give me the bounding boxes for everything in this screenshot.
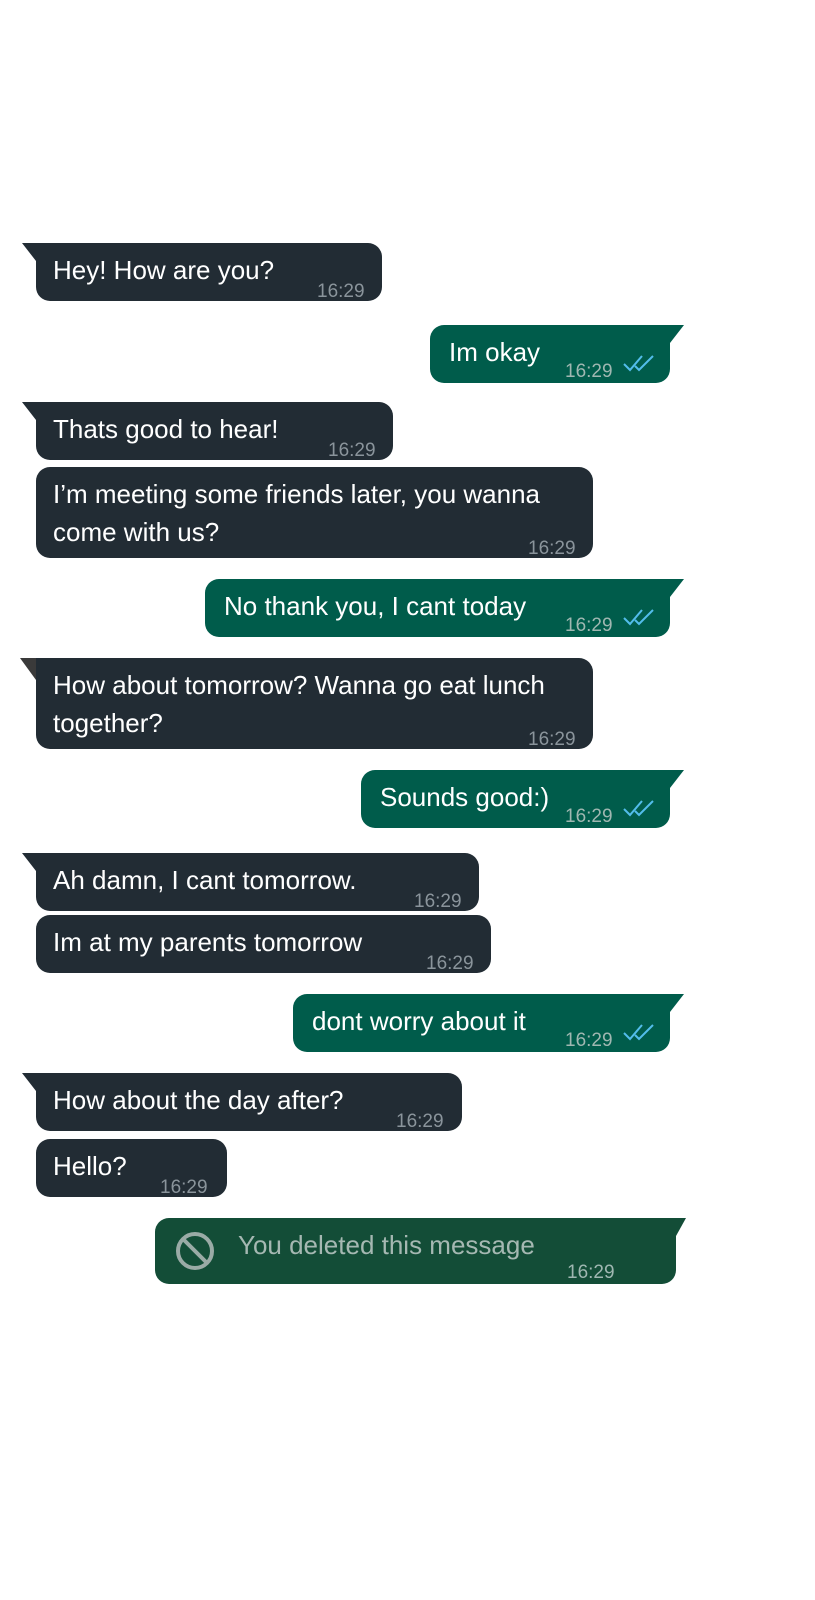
double-check-icon (623, 800, 654, 817)
bubble-tail (22, 243, 36, 261)
message-text: Thats good to hear! (53, 414, 279, 444)
message-incoming[interactable]: Hello? 16:29 (36, 1139, 227, 1198)
message-text: Hey! How are you? (53, 255, 275, 285)
message-time: 16:29 (160, 1177, 208, 1198)
message-text: How about the day after? (53, 1085, 344, 1115)
message-incoming[interactable]: How about the day after? 16:29 (22, 1073, 462, 1132)
message-text: How about tomorrow? Wanna go eat lunch t… (53, 670, 545, 738)
prohibited-icon (176, 1232, 214, 1270)
message-time: 16:29 (565, 615, 613, 636)
message-outgoing[interactable]: Im okay 16:29 (430, 325, 684, 383)
message-incoming[interactable]: I’m meeting some friends later, you wann… (36, 467, 593, 559)
message-time: 16:29 (565, 361, 613, 382)
message-text: Im at my parents tomorrow (53, 927, 363, 957)
bubble-tail (20, 658, 36, 680)
bubble-tail (670, 770, 684, 788)
message-deleted[interactable]: You deleted this message 16:29 (155, 1218, 686, 1284)
bubble-tail (670, 994, 684, 1012)
message-incoming[interactable]: How about tomorrow? Wanna go eat lunch t… (20, 658, 593, 750)
message-time: 16:29 (426, 953, 474, 974)
message-time: 16:29 (528, 538, 576, 559)
message-incoming[interactable]: Im at my parents tomorrow 16:29 (36, 915, 491, 974)
message-time: 16:29 (565, 806, 613, 827)
message-text: I’m meeting some friends later, you wann… (53, 479, 541, 547)
bubble-tail (670, 579, 684, 597)
message-text: You deleted this message (238, 1230, 535, 1260)
message-incoming[interactable]: Ah damn, I cant tomorrow. 16:29 (22, 853, 479, 912)
bubble-tail (676, 1218, 686, 1236)
message-time: 16:29 (328, 440, 376, 461)
chat-thread: Hey! How are you? 16:29 Im okay 16:29 Th… (0, 0, 815, 1600)
double-check-icon (623, 355, 654, 372)
message-time: 16:29 (565, 1030, 613, 1051)
message-outgoing[interactable]: dont worry about it 16:29 (293, 994, 684, 1052)
message-incoming[interactable]: Thats good to hear! 16:29 (22, 402, 393, 461)
message-text: Sounds good:) (380, 782, 550, 812)
message-outgoing[interactable]: Sounds good:) 16:29 (361, 770, 684, 828)
bubble-tail (22, 1073, 36, 1091)
message-time: 16:29 (567, 1262, 615, 1283)
message-text: Im okay (449, 337, 541, 367)
double-check-icon (623, 609, 654, 626)
message-text: No thank you, I cant today (224, 591, 527, 621)
message-text: Ah damn, I cant tomorrow. (53, 865, 357, 895)
message-outgoing[interactable]: No thank you, I cant today 16:29 (205, 579, 684, 637)
bubble-tail (22, 853, 36, 871)
bubble-tail (22, 402, 36, 420)
message-time: 16:29 (396, 1111, 444, 1132)
message-incoming[interactable]: Hey! How are you? 16:29 (22, 243, 382, 302)
message-time: 16:29 (528, 729, 576, 750)
bubble-tail (670, 325, 684, 343)
message-text: dont worry about it (312, 1006, 526, 1036)
double-check-icon (623, 1024, 654, 1041)
message-text: Hello? (53, 1151, 127, 1181)
message-time: 16:29 (317, 281, 365, 302)
